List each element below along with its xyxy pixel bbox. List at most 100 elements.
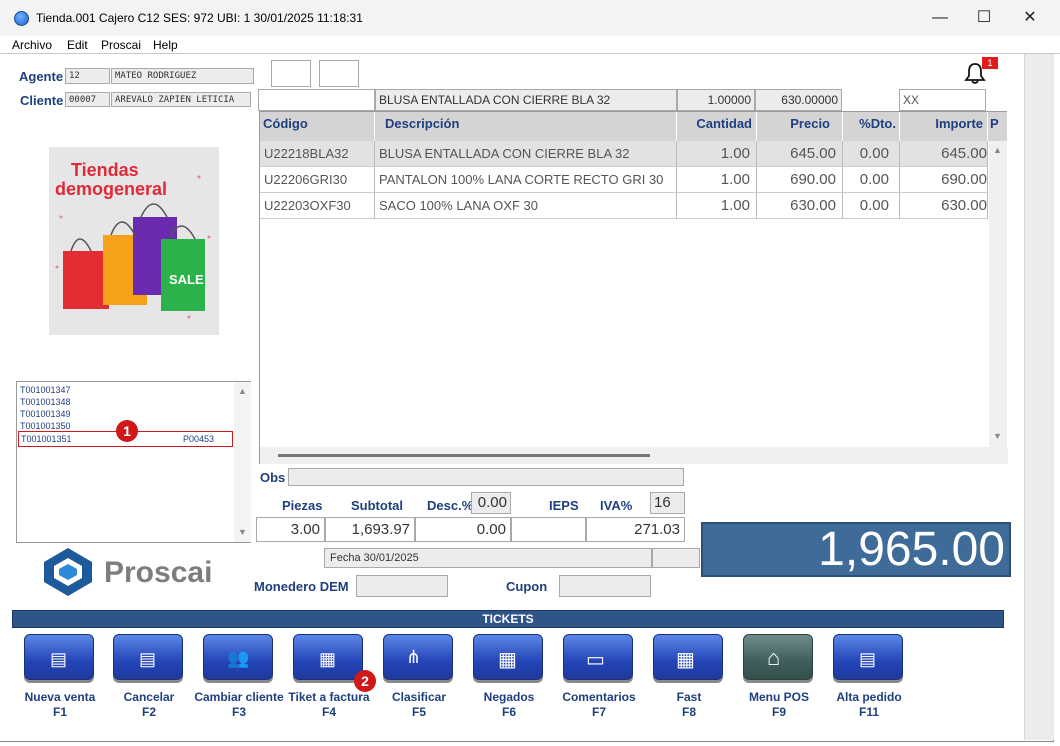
- title-bar: Tienda.001 Cajero C12 SES: 972 UBI: 1 30…: [0, 0, 1060, 36]
- client-name-field[interactable]: AREVALO ZAPIEN LETICIA: [111, 92, 251, 107]
- items-grid: Código Descripción Cantidad Precio %Dto.…: [259, 111, 1008, 464]
- row-2-qty[interactable]: 1.00: [677, 167, 757, 193]
- pieces-label: Piezas: [282, 498, 323, 513]
- tiket-a-factura-button[interactable]: ▦: [293, 634, 363, 680]
- ticket-item[interactable]: T001001348: [20, 397, 71, 407]
- ieps-field[interactable]: [511, 517, 586, 542]
- entry-description-field[interactable]: BLUSA ENTALLADA CON CIERRE BLA 32: [375, 89, 677, 111]
- grid-vscroll[interactable]: ▲ ▼: [989, 141, 1007, 447]
- row-3-disc[interactable]: 0.00: [843, 193, 900, 219]
- home-icon: ⌂: [767, 645, 781, 670]
- fecha-field: Fecha 30/01/2025: [324, 548, 652, 568]
- change-client-icon: 👥: [227, 648, 250, 668]
- tiket-a-factura-label: Tiket a factura: [288, 690, 370, 704]
- obs-field[interactable]: [288, 468, 684, 486]
- small-box-2[interactable]: [319, 60, 359, 87]
- fast-button[interactable]: ▦: [653, 634, 723, 680]
- grid-hscroll[interactable]: [260, 447, 1008, 464]
- ticket-item[interactable]: T001001351: [21, 434, 72, 444]
- row-3-qty[interactable]: 1.00: [677, 193, 757, 219]
- negados-button[interactable]: ▦: [473, 634, 543, 680]
- banner-line1: Tiendas: [71, 160, 139, 180]
- iva-pct-field[interactable]: 16: [650, 492, 685, 514]
- clasificar-button[interactable]: ⋔: [383, 634, 453, 680]
- minimize-button[interactable]: —: [918, 6, 962, 32]
- ticket-list-scrollbar[interactable]: ▲ ▼: [234, 382, 251, 542]
- ticket-invoice-icon: ▦: [319, 649, 337, 669]
- subtotal-field[interactable]: 1,693.97: [325, 517, 415, 542]
- row-2-price[interactable]: 690.00: [757, 167, 843, 193]
- row-1-code[interactable]: U22218BLA32: [260, 141, 375, 167]
- col-importe-header[interactable]: Importe: [900, 112, 988, 141]
- discount-pct-field[interactable]: 0.00: [471, 492, 511, 514]
- row-1-desc[interactable]: BLUSA ENTALLADA CON CIERRE BLA 32: [375, 141, 677, 167]
- maximize-button[interactable]: ☐: [962, 6, 1006, 32]
- scroll-down-icon[interactable]: ▼: [993, 431, 1002, 441]
- cupon-field[interactable]: [559, 575, 651, 597]
- hscroll-thumb[interactable]: [278, 454, 650, 457]
- ticket-item[interactable]: T001001350: [20, 421, 71, 431]
- cancelar-key: F2: [141, 705, 156, 719]
- menu-help[interactable]: Help: [153, 38, 178, 52]
- cancelar-label: Cancelar: [123, 690, 175, 704]
- row-1-disc[interactable]: 0.00: [843, 141, 900, 167]
- client-code-field[interactable]: 00007: [65, 92, 110, 107]
- row-3-amount[interactable]: 630.00: [900, 193, 988, 219]
- row-1-amount[interactable]: 645.00: [900, 141, 988, 167]
- menu-pos-button[interactable]: ⌂: [743, 634, 813, 680]
- menu-proscai[interactable]: Proscai: [101, 38, 141, 52]
- row-3-code[interactable]: U22203OXF30: [260, 193, 375, 219]
- col-cantidad-header[interactable]: Cantidad: [677, 112, 757, 141]
- col-codigo-header[interactable]: Código: [260, 112, 375, 141]
- row-2-disc[interactable]: 0.00: [843, 167, 900, 193]
- entry-price-field[interactable]: 630.00000: [755, 89, 842, 111]
- col-p-header[interactable]: P: [988, 112, 1008, 141]
- small-box-1[interactable]: [271, 60, 311, 87]
- ticket-item[interactable]: T001001349: [20, 409, 71, 419]
- clasificar-key: F5: [411, 705, 426, 719]
- client-label: Cliente: [20, 93, 64, 108]
- agent-name-field[interactable]: MATEO RODRIGUEZ: [111, 68, 254, 84]
- alta-pedido-button[interactable]: ▤: [833, 634, 903, 680]
- new-sale-icon: ▤: [50, 649, 68, 669]
- entry-code-field[interactable]: [258, 89, 375, 111]
- row-2-code[interactable]: U22206GRI30: [260, 167, 375, 193]
- monedero-field[interactable]: [356, 575, 448, 597]
- pieces-field[interactable]: 3.00: [256, 517, 325, 542]
- subtotal-label: Subtotal: [351, 498, 403, 513]
- fast-key: F8: [681, 705, 696, 719]
- row-2-amount[interactable]: 690.00: [900, 167, 988, 193]
- menu-edit[interactable]: Edit: [67, 38, 88, 52]
- scroll-up-icon[interactable]: ▲: [993, 145, 1002, 155]
- cambiar-cliente-key: F3: [231, 705, 246, 719]
- discount-field[interactable]: 0.00: [415, 517, 511, 542]
- comentarios-button[interactable]: ▭: [563, 634, 633, 680]
- cambiar-cliente-button[interactable]: 👥: [203, 634, 273, 680]
- row-2-desc[interactable]: PANTALON 100% LANA CORTE RECTO GRI 30: [375, 167, 677, 193]
- row-1-qty[interactable]: 1.00: [677, 141, 757, 167]
- col-descripcion-header[interactable]: Descripción: [375, 112, 677, 141]
- entry-quantity-field[interactable]: 1.00000: [677, 89, 755, 111]
- entry-extra-field[interactable]: XX: [899, 89, 986, 111]
- row-1-price[interactable]: 645.00: [757, 141, 843, 167]
- banner-sale: SALE: [169, 272, 204, 287]
- scroll-up-icon[interactable]: ▲: [238, 386, 247, 396]
- nueva-venta-button[interactable]: ▤: [24, 634, 94, 680]
- iva-field[interactable]: 271.03: [586, 517, 685, 542]
- monedero-label: Monedero DEM: [254, 579, 349, 594]
- menu-archivo[interactable]: Archivo: [12, 38, 52, 52]
- col-precio-header[interactable]: Precio: [757, 112, 843, 141]
- close-button[interactable]: ✕: [1008, 6, 1052, 32]
- row-3-price[interactable]: 630.00: [757, 193, 843, 219]
- comentarios-label: Comentarios: [562, 690, 636, 704]
- notification-count: 1: [982, 57, 998, 69]
- col-descuento-header[interactable]: %Dto.: [843, 112, 900, 141]
- new-order-icon: ▤: [859, 649, 877, 669]
- row-3-desc[interactable]: SACO 100% LANA OXF 30: [375, 193, 677, 219]
- denied-icon: ▦: [498, 649, 517, 671]
- ticket-item[interactable]: T001001347: [20, 385, 71, 395]
- cambiar-cliente-label: Cambiar cliente: [194, 690, 284, 704]
- scroll-down-icon[interactable]: ▼: [238, 527, 247, 537]
- cancelar-button[interactable]: ▤: [113, 634, 183, 680]
- agent-code-field[interactable]: 12: [65, 68, 110, 84]
